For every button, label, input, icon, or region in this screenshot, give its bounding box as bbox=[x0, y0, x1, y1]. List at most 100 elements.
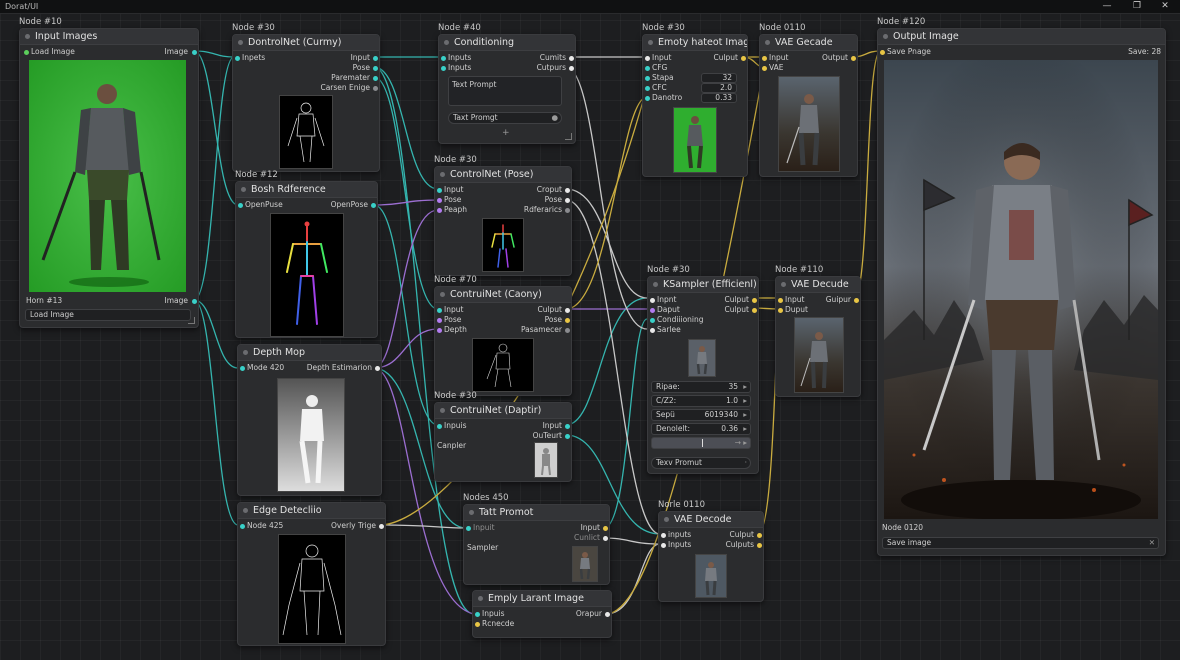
input-socket[interactable] bbox=[475, 612, 480, 617]
collapse-dot-icon[interactable] bbox=[478, 596, 483, 601]
node-header[interactable]: VAE Gecade bbox=[760, 35, 857, 51]
collapse-dot-icon[interactable] bbox=[444, 40, 449, 45]
output-socket[interactable] bbox=[565, 198, 570, 203]
input-socket[interactable] bbox=[437, 328, 442, 333]
collapse-dot-icon[interactable] bbox=[781, 282, 786, 287]
collapse-dot-icon[interactable] bbox=[241, 187, 246, 192]
output-socket[interactable] bbox=[565, 308, 570, 313]
ksampler-slider[interactable]: → ▸ bbox=[651, 437, 751, 449]
cfg-field[interactable]: 2.0 bbox=[701, 83, 737, 93]
node-header[interactable]: Edge Detecliio bbox=[238, 503, 385, 519]
vae-decode-top-node[interactable]: VAE Gecade Input VAE Output bbox=[759, 34, 858, 177]
controlnet-depth-node[interactable]: ContruiNet (Daptir) Inpuis Input OuTeurt… bbox=[434, 402, 572, 482]
input-socket[interactable] bbox=[235, 56, 240, 61]
clear-icon[interactable]: ✕ bbox=[1149, 538, 1155, 548]
controlnet-canny-top-node[interactable]: DontrolNet (Curmy) Inpets Input Pose Par… bbox=[232, 34, 380, 172]
node-header[interactable]: Emoty hateot Image bbox=[643, 35, 747, 51]
vae-decode-bottom-node[interactable]: VAE Decode inputs Inputs Culput Culputs bbox=[658, 511, 764, 602]
output-socket[interactable] bbox=[192, 50, 197, 55]
output-socket[interactable] bbox=[565, 434, 570, 439]
empty-latent-image-top-node[interactable]: Emoty hateot Image Input CFG Stapa CFC D… bbox=[642, 34, 748, 177]
input-socket[interactable] bbox=[762, 66, 767, 71]
maximize-button[interactable]: ❐ bbox=[1122, 0, 1152, 13]
save-image-field[interactable]: Save image ✕ bbox=[882, 537, 1159, 549]
output-socket[interactable] bbox=[757, 533, 762, 538]
node-header[interactable]: Tatt Promot bbox=[464, 505, 609, 521]
input-socket[interactable] bbox=[475, 622, 480, 627]
input-socket[interactable] bbox=[661, 543, 666, 548]
denoise-field[interactable]: 0.33 bbox=[701, 93, 737, 103]
input-socket[interactable] bbox=[437, 424, 442, 429]
close-button[interactable]: ✕ bbox=[1150, 0, 1180, 13]
controlnet-pose-node[interactable]: ControlNet (Pose) Input Pose Peaph Cropu… bbox=[434, 166, 572, 276]
resize-handle[interactable] bbox=[188, 317, 195, 324]
input-socket[interactable] bbox=[880, 50, 885, 55]
vae-decode-mid-node[interactable]: VAE Decude Input Duput Guipur bbox=[775, 276, 861, 397]
node-header[interactable]: Conditioning bbox=[439, 35, 575, 51]
collapse-dot-icon[interactable] bbox=[243, 350, 248, 355]
output-socket[interactable] bbox=[757, 543, 762, 548]
output-socket[interactable] bbox=[603, 536, 608, 541]
output-socket[interactable] bbox=[371, 203, 376, 208]
input-socket[interactable] bbox=[650, 298, 655, 303]
ksampler-seed-field[interactable]: Sepü 6019340 ▸ bbox=[651, 409, 751, 421]
collapse-dot-icon[interactable] bbox=[765, 40, 770, 45]
output-socket[interactable] bbox=[565, 328, 570, 333]
input-socket[interactable] bbox=[650, 318, 655, 323]
increment-arrow-icon[interactable]: ▸ bbox=[743, 396, 747, 406]
ksampler-cfg-field[interactable]: C/Z2: 1.0 ▸ bbox=[651, 395, 751, 407]
output-socket[interactable] bbox=[565, 188, 570, 193]
input-socket[interactable] bbox=[645, 86, 650, 91]
input-socket[interactable] bbox=[437, 318, 442, 323]
node-header[interactable]: ContruiNet (Caony) bbox=[435, 287, 571, 303]
input-socket[interactable] bbox=[645, 66, 650, 71]
input-socket[interactable] bbox=[661, 533, 666, 538]
node-header[interactable]: KSampler (Efficienl) bbox=[648, 277, 758, 293]
collapse-dot-icon[interactable] bbox=[648, 40, 653, 45]
output-socket[interactable] bbox=[375, 366, 380, 371]
node-header[interactable]: ContruiNet (Daptir) bbox=[435, 403, 571, 419]
collapse-dot-icon[interactable] bbox=[653, 282, 658, 287]
input-socket[interactable] bbox=[238, 203, 243, 208]
node-header[interactable]: DontrolNet (Curmy) bbox=[233, 35, 379, 51]
add-widget-icon[interactable]: + bbox=[502, 128, 510, 138]
output-socket[interactable] bbox=[565, 318, 570, 323]
depth-map-node[interactable]: Depth Mop Mode 420 Depth Estimarion bbox=[237, 344, 382, 496]
output-socket[interactable] bbox=[851, 56, 856, 61]
text-prompt-textarea[interactable]: Text Prompt bbox=[448, 76, 562, 106]
input-socket[interactable] bbox=[645, 96, 650, 101]
output-socket[interactable] bbox=[569, 56, 574, 61]
input-socket[interactable] bbox=[466, 526, 471, 531]
empty-latent-image-bottom-node[interactable]: Emply Larant Image Inpuis Rcnecde Orapur bbox=[472, 590, 612, 638]
conditioning-node[interactable]: Conditioning Inputs Inputs Cumits Cutpur… bbox=[438, 34, 576, 144]
output-socket[interactable] bbox=[565, 424, 570, 429]
collapse-dot-icon[interactable] bbox=[664, 517, 669, 522]
output-socket[interactable] bbox=[605, 612, 610, 617]
output-socket[interactable] bbox=[373, 76, 378, 81]
node-header[interactable]: Output Image bbox=[878, 29, 1165, 45]
input-socket[interactable] bbox=[441, 56, 446, 61]
resize-handle[interactable] bbox=[565, 133, 572, 140]
input-socket[interactable] bbox=[645, 76, 650, 81]
node-header[interactable]: VAE Decode bbox=[659, 512, 763, 528]
output-socket[interactable] bbox=[373, 66, 378, 71]
output-socket[interactable] bbox=[373, 86, 378, 91]
text-prompt-node[interactable]: Tatt Promot Inpuit Input Cunlict Sampler bbox=[463, 504, 610, 585]
output-image-node[interactable]: Output Image Save Pnage Save: 28 Node 01… bbox=[877, 28, 1166, 556]
input-socket[interactable] bbox=[778, 298, 783, 303]
node-header[interactable]: Bosh Rdference bbox=[236, 182, 377, 198]
steps-field[interactable]: 32 bbox=[701, 73, 737, 83]
collapse-dot-icon[interactable] bbox=[238, 40, 243, 45]
ksampler-denoise-field[interactable]: Denolelt: 0.36 ▸ bbox=[651, 423, 751, 435]
input-socket[interactable] bbox=[437, 208, 442, 213]
slider-handle[interactable] bbox=[702, 439, 703, 447]
collapse-dot-icon[interactable] bbox=[440, 172, 445, 177]
ksampler-node[interactable]: KSampler (Efficienl) Inpnt Daput Condiii… bbox=[647, 276, 759, 474]
edge-detection-node[interactable]: Edge Detecliio Node 425 Overly Trige bbox=[237, 502, 386, 646]
node-header[interactable]: ControlNet (Pose) bbox=[435, 167, 571, 183]
output-socket[interactable] bbox=[854, 298, 859, 303]
input-socket[interactable] bbox=[437, 308, 442, 313]
output-socket[interactable] bbox=[379, 524, 384, 529]
input-socket[interactable] bbox=[437, 198, 442, 203]
input-socket[interactable] bbox=[240, 366, 245, 371]
